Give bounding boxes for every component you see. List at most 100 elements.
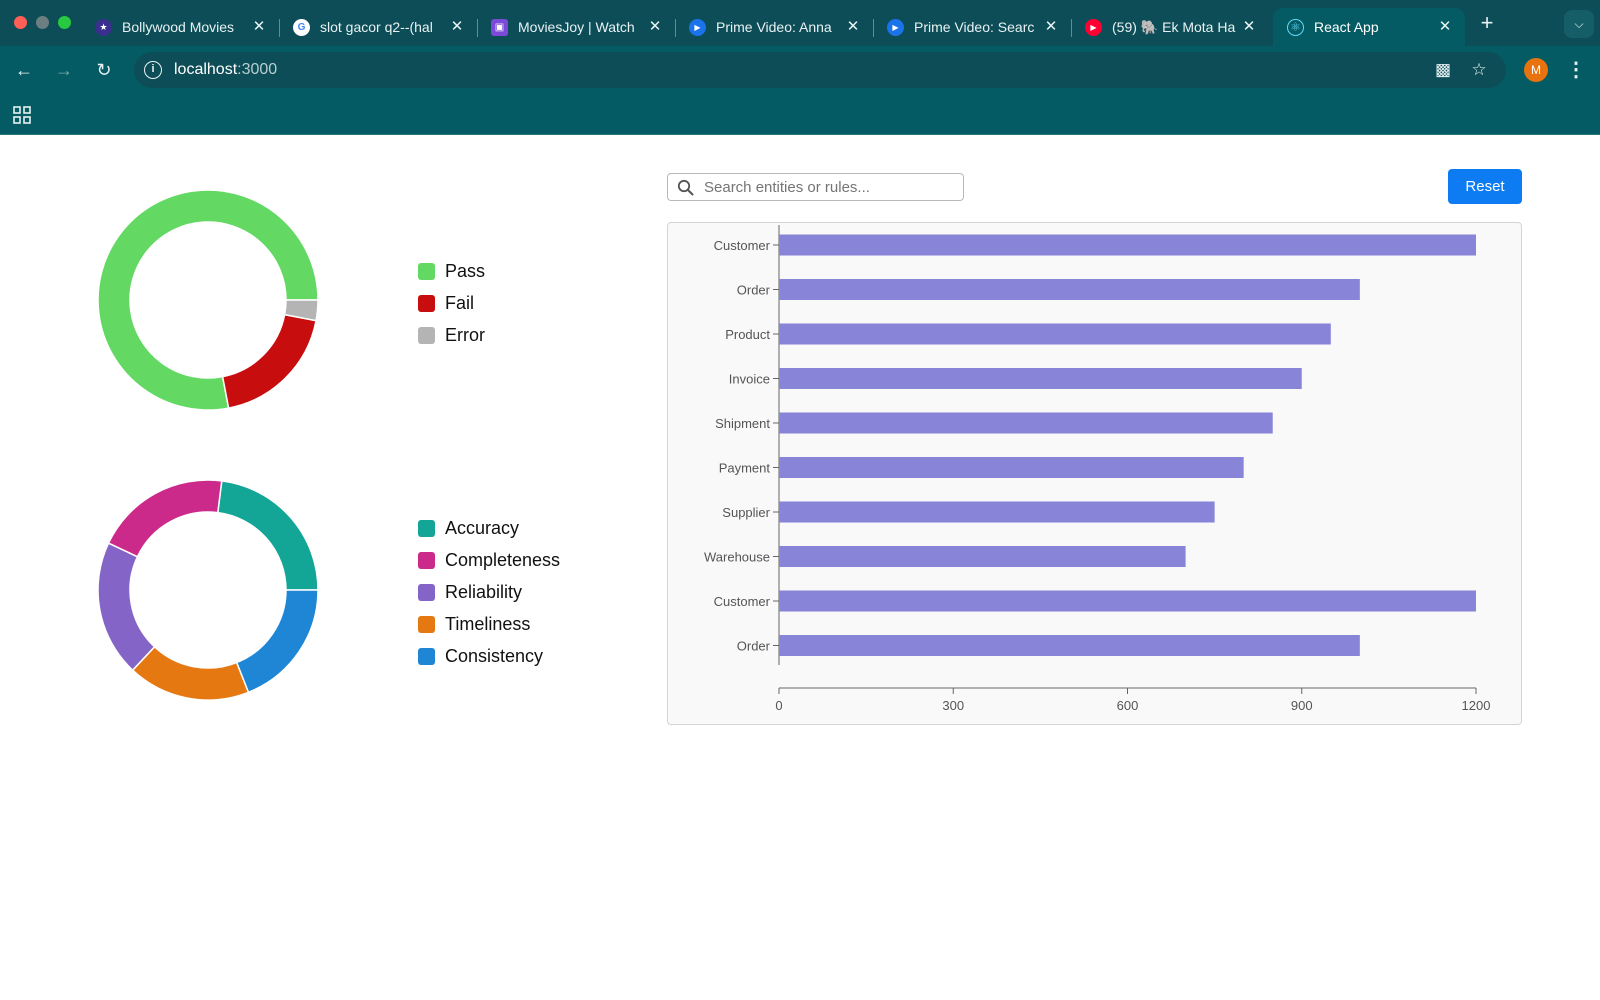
browser-tab[interactable]: ▶ Prime Video: Anna ✕ xyxy=(675,8,874,46)
legend-label: Fail xyxy=(445,292,475,313)
donut-slice-consistency xyxy=(235,589,319,694)
film-icon: ★ xyxy=(95,18,112,36)
x-tick-label: 900 xyxy=(1291,698,1313,713)
close-tab-icon[interactable]: ✕ xyxy=(845,18,861,36)
status-donut-chart xyxy=(97,189,319,411)
x-tick-label: 300 xyxy=(942,698,964,713)
y-tick-label: Product xyxy=(725,327,770,342)
react-icon: ⚛ xyxy=(1287,18,1304,36)
legend-item: Timeliness xyxy=(418,608,560,640)
legend-item: Completeness xyxy=(418,544,560,576)
window-close-button[interactable] xyxy=(14,16,27,29)
legend-label: Accuracy xyxy=(445,517,520,538)
x-tick-label: 0 xyxy=(775,698,782,713)
browser-tab[interactable]: ⚛ React App ✕ xyxy=(1273,8,1465,46)
legend-swatch xyxy=(418,294,435,312)
dimension-legend: Accuracy Completeness Reliability Timelines… xyxy=(418,512,560,672)
back-button[interactable]: ← xyxy=(12,58,36,82)
close-tab-icon[interactable]: ✕ xyxy=(251,18,267,36)
bar-payment xyxy=(779,457,1244,478)
browser-tab-label: Bollywood Movies xyxy=(122,19,235,35)
bar-product xyxy=(779,323,1331,345)
close-tab-icon[interactable]: ✕ xyxy=(449,18,465,36)
bar-customer xyxy=(779,590,1476,612)
bar-order xyxy=(779,635,1360,656)
play-icon: ▶ xyxy=(689,18,706,36)
bookmarks-bar xyxy=(0,94,1600,135)
browser-tab-label: (59) 🐘 Ek Mota Ha xyxy=(1112,18,1236,35)
y-tick-label: Customer xyxy=(714,238,771,253)
legend-swatch xyxy=(418,615,435,633)
legend-swatch xyxy=(418,647,435,665)
legend-swatch xyxy=(418,551,435,569)
y-tick-label: Payment xyxy=(719,461,771,476)
browser-tab-strip: ★ Bollywood Movies ✕ Gslot gacor q2--(hal ✕ ▣… xyxy=(0,0,1600,46)
search-box xyxy=(667,173,964,201)
y-tick-label: Customer xyxy=(714,594,771,609)
browser-menu-icon[interactable]: ⋮ xyxy=(1566,58,1586,82)
browser-tab[interactable]: ▶ Prime Video: Searc ✕ xyxy=(873,8,1072,46)
bookmark-star-icon[interactable]: ☆ xyxy=(1468,59,1490,81)
apps-grid-icon[interactable] xyxy=(13,106,31,124)
profile-avatar[interactable]: M xyxy=(1524,58,1548,82)
url-port: :3000 xyxy=(237,61,278,78)
react-app-page: Pass Fail Error Accuracy Completeness Reliab… xyxy=(0,135,1600,1000)
url-host: localhost xyxy=(174,61,238,78)
search-icon xyxy=(677,179,694,196)
address-bar[interactable]: i localhost:3000 ▩ ☆ xyxy=(134,52,1506,88)
browser-tab[interactable]: ★ Bollywood Movies ✕ xyxy=(81,8,280,46)
browser-tab[interactable]: ▣ MoviesJoy | Watch ✕ xyxy=(477,8,676,46)
y-tick-label: Shipment xyxy=(715,416,770,431)
dimension-donut-chart xyxy=(97,479,319,701)
close-tab-icon[interactable]: ✕ xyxy=(1241,18,1257,36)
legend-swatch xyxy=(418,519,435,537)
close-tab-icon[interactable]: ✕ xyxy=(1043,18,1059,36)
x-tick-label: 600 xyxy=(1117,698,1139,713)
legend-item: Reliability xyxy=(418,576,560,608)
browser-tab-label: Prime Video: Searc xyxy=(914,19,1035,35)
new-tab-button[interactable]: + xyxy=(1474,10,1500,36)
donut-slice-reliability xyxy=(97,542,156,672)
legend-swatch xyxy=(418,326,435,344)
legend-label: Completeness xyxy=(445,549,561,570)
legend-label: Consistency xyxy=(445,645,544,666)
close-tab-icon[interactable]: ✕ xyxy=(1437,18,1453,36)
play-icon: ▶ xyxy=(887,18,904,36)
donut-slice-accuracy xyxy=(216,480,319,591)
browser-tab[interactable]: ▶ (59) 🐘 Ek Mota Ha ✕ xyxy=(1071,8,1269,46)
close-tab-icon[interactable]: ✕ xyxy=(647,18,663,36)
bar-customer xyxy=(779,234,1476,256)
reload-button[interactable]: ↻ xyxy=(92,58,116,82)
bar-order xyxy=(779,279,1360,300)
legend-label: Reliability xyxy=(445,581,523,602)
legend-item: Pass xyxy=(418,255,485,287)
legend-item: Fail xyxy=(418,287,485,319)
address-url: localhost:3000 xyxy=(174,61,277,79)
donut-slice-timeliness xyxy=(131,645,250,701)
browser-tab[interactable]: Gslot gacor q2--(hal ✕ xyxy=(279,8,478,46)
legend-swatch xyxy=(418,262,435,280)
bar-warehouse xyxy=(779,546,1186,567)
forward-button[interactable]: → xyxy=(52,58,76,82)
y-tick-label: Warehouse xyxy=(704,550,770,565)
donut-slice-completeness xyxy=(107,479,223,558)
clapper-icon: ▣ xyxy=(491,18,508,36)
reset-button[interactable]: Reset xyxy=(1448,169,1522,204)
browser-tab-label: slot gacor q2--(hal xyxy=(320,19,433,35)
bar-invoice xyxy=(779,368,1302,389)
legend-label: Pass xyxy=(445,260,486,281)
search-input[interactable] xyxy=(704,177,954,197)
google-icon: G xyxy=(293,18,310,36)
tab-search-button[interactable]: ⌵ xyxy=(1564,10,1594,38)
site-info-icon[interactable]: i xyxy=(144,61,162,79)
browser-tab-label: Prime Video: Anna xyxy=(716,19,832,35)
legend-label: Timeliness xyxy=(445,613,531,634)
entity-bar-chart-card: Customer Order Product Invoice Shipment Payme… xyxy=(667,222,1522,725)
browser-tab-label: MoviesJoy | Watch xyxy=(518,19,635,35)
window-minimize-button[interactable] xyxy=(36,16,49,29)
install-app-icon[interactable]: ▩ xyxy=(1432,59,1454,81)
legend-swatch xyxy=(418,583,435,601)
window-maximize-button[interactable] xyxy=(58,16,71,29)
youtube-icon: ▶ xyxy=(1085,18,1102,36)
y-tick-label: Order xyxy=(737,283,771,298)
